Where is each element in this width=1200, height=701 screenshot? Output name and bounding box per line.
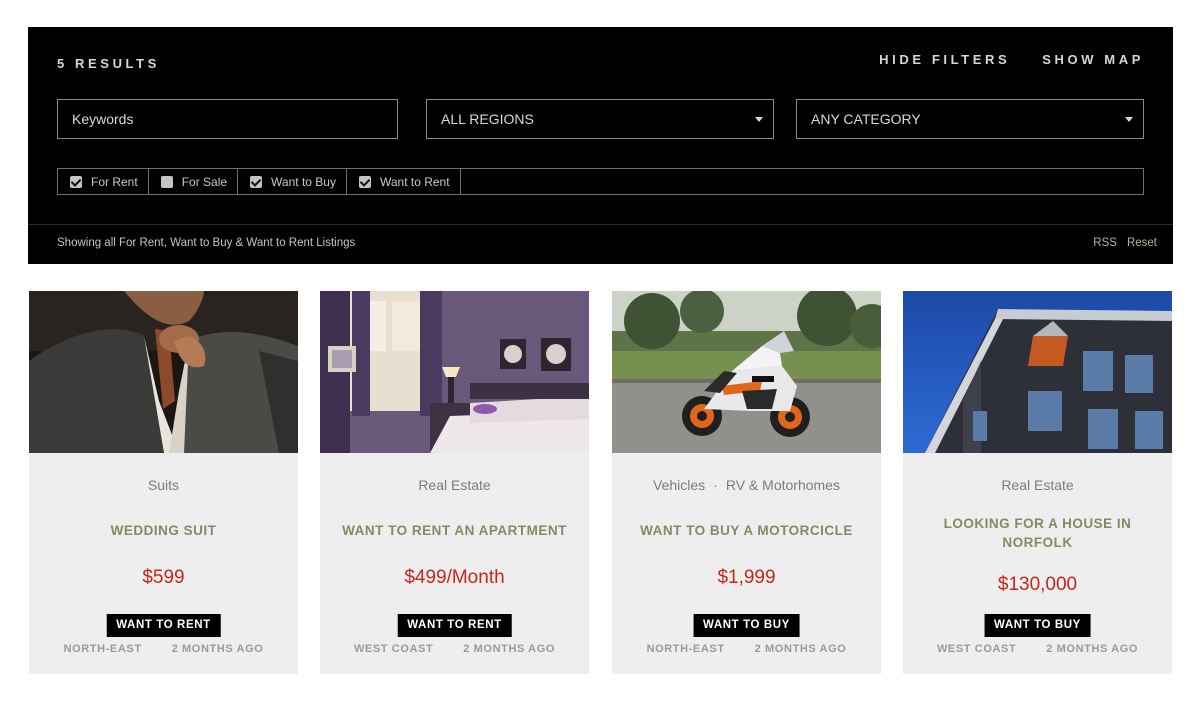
chevron-down-icon [755, 117, 763, 122]
listing-region: NORTH-EAST [646, 643, 725, 655]
checkbox-label: For Rent [91, 174, 138, 189]
showing-summary: Showing all For Rent, Want to Buy & Want… [57, 237, 356, 249]
category-label[interactable]: Suits [148, 477, 179, 493]
listing-type-badge: WANT TO BUY [693, 614, 800, 637]
bedroom-photo[interactable] [320, 291, 589, 453]
checkbox-want-to-buy[interactable]: Want to Buy [238, 169, 347, 194]
listing-meta: NORTH-EAST 2 MONTHS AGO [612, 643, 881, 655]
motorcycle-photo[interactable] [612, 291, 881, 453]
listing-title[interactable]: LOOKING FOR A HOUSE IN NORFOLK [923, 514, 1152, 552]
listing-type-badge: WANT TO RENT [106, 614, 221, 637]
category-select-value: ANY CATEGORY [811, 111, 921, 127]
checkbox-for-sale[interactable]: For Sale [149, 169, 239, 194]
listing-age: 2 MONTHS AGO [1046, 643, 1139, 655]
listing-title[interactable]: WEDDING SUIT [49, 521, 278, 540]
listing-age: 2 MONTHS AGO [754, 643, 847, 655]
checkbox-icon[interactable] [358, 175, 371, 188]
category-label[interactable]: Real Estate [418, 477, 490, 493]
show-map-link[interactable]: SHOW MAP [1042, 52, 1144, 67]
listing-region: WEST COAST [353, 643, 434, 655]
building-photo[interactable] [903, 291, 1172, 453]
listing-card[interactable]: Real Estate LOOKING FOR A HOUSE IN NORFO… [903, 291, 1172, 674]
regions-select[interactable]: ALL REGIONS [426, 99, 774, 139]
listing-region: WEST COAST [936, 643, 1017, 655]
listing-category: Vehicles · RV & Motorhomes [612, 477, 881, 493]
listing-price: $1,999 [717, 567, 776, 588]
listing-meta: WEST COAST 2 MONTHS AGO [903, 643, 1172, 655]
results-count: 5 RESULTS [57, 56, 160, 71]
listing-category: Suits [29, 477, 298, 493]
filter-panel: 5 RESULTS HIDE FILTERS SHOW MAP ALL REGI… [28, 27, 1173, 264]
listing-card[interactable]: Vehicles · RV & Motorhomes WANT TO BUY A M… [612, 291, 881, 674]
panel-footer-links: RSS Reset [1093, 237, 1157, 249]
listing-card[interactable]: Real Estate WANT TO RENT AN APARTMENT $4… [320, 291, 589, 674]
panel-divider [28, 224, 1173, 225]
listing-title[interactable]: WANT TO RENT AN APARTMENT [340, 521, 569, 540]
listing-category: Real Estate [320, 477, 589, 493]
category-label[interactable]: Real Estate [1001, 477, 1073, 493]
category-label[interactable]: RV & Motorhomes [726, 477, 840, 493]
listing-price: $499/Month [404, 567, 505, 588]
listing-region: NORTH-EAST [63, 643, 142, 655]
category-separator: · [713, 477, 718, 493]
listing-type-badge: WANT TO BUY [984, 614, 1091, 637]
listing-meta: NORTH-EAST 2 MONTHS AGO [29, 643, 298, 655]
reset-link[interactable]: Reset [1127, 237, 1157, 249]
checkbox-label: Want to Rent [379, 174, 450, 189]
checkbox-icon[interactable] [70, 175, 82, 188]
regions-select-value: ALL REGIONS [441, 111, 534, 127]
checkbox-label: Want to Buy [271, 174, 336, 189]
category-label[interactable]: Vehicles [653, 477, 705, 493]
checkbox-icon[interactable] [250, 175, 263, 188]
listing-age: 2 MONTHS AGO [463, 643, 556, 655]
listing-age: 2 MONTHS AGO [171, 643, 264, 655]
checkbox-want-to-rent[interactable]: Want to Rent [347, 169, 461, 194]
keywords-input[interactable] [72, 111, 397, 127]
listing-meta: WEST COAST 2 MONTHS AGO [320, 643, 589, 655]
panel-actions: HIDE FILTERS SHOW MAP [879, 52, 1144, 67]
listing-title[interactable]: WANT TO BUY A MOTORCICLE [632, 521, 861, 540]
listing-type-badge: WANT TO RENT [397, 614, 512, 637]
listing-card[interactable]: Suits WEDDING SUIT $599 WANT TO RENT NOR… [29, 291, 298, 674]
listing-category: Real Estate [903, 477, 1172, 493]
listing-price: $599 [142, 567, 185, 588]
suit-photo[interactable] [29, 291, 298, 453]
checkbox-for-rent[interactable]: For Rent [58, 169, 149, 194]
listing-price: $130,000 [997, 574, 1078, 595]
hide-filters-link[interactable]: HIDE FILTERS [879, 52, 1010, 67]
rss-link[interactable]: RSS [1093, 237, 1117, 249]
checkbox-label: For Sale [181, 174, 228, 189]
keywords-field[interactable] [57, 99, 398, 139]
listing-type-checkboxes: For Rent For Sale Want to Buy Want to Re… [57, 168, 1144, 195]
category-select[interactable]: ANY CATEGORY [796, 99, 1144, 139]
chevron-down-icon [1125, 117, 1133, 122]
checkbox-icon[interactable] [160, 175, 173, 188]
